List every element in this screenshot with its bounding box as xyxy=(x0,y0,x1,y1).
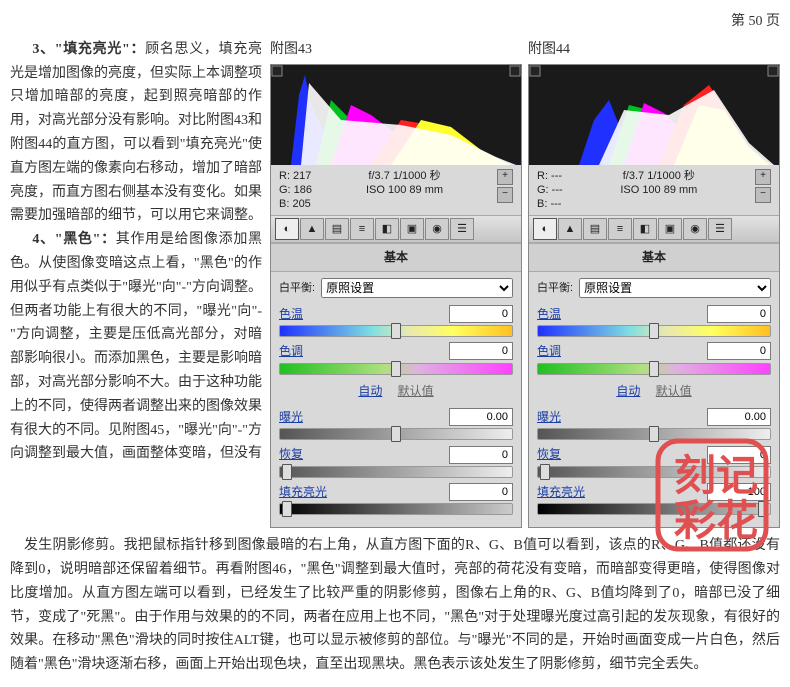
wb-dropdown-43[interactable]: 原照设置 xyxy=(321,278,513,298)
wb-label-43: 白平衡: xyxy=(279,279,315,298)
tab-lens-icon[interactable]: ▣ xyxy=(658,218,682,240)
figure43-label: 附图43 xyxy=(270,38,522,62)
exposure-label-43: 曝光 xyxy=(279,407,303,427)
tint-label-43: 色调 xyxy=(279,341,303,361)
recovery-value-43[interactable] xyxy=(449,446,513,464)
histogram-44 xyxy=(529,65,779,165)
tab-calib-icon[interactable]: ◉ xyxy=(425,218,449,240)
acr-panel-43: R: 217 G: 186 B: 205 f/3.7 1/1000 秒 ISO … xyxy=(270,64,522,529)
rgb-g-44: G: --- xyxy=(537,183,563,197)
exif-line2-44: ISO 100 89 mm xyxy=(563,183,755,197)
recovery-value-44[interactable] xyxy=(707,446,771,464)
rgb-g-43: G: 186 xyxy=(279,183,312,197)
para1-body: 顾名思义，填充亮光是增加图像的亮度，但实际上本调整项只增加暗部的亮度，起到照亮暗… xyxy=(10,42,262,224)
temp-value-43[interactable] xyxy=(449,305,513,323)
acr-tab-bar-44: ◐ ▲ ▤ ≡ ◧ ▣ ◉ ☰ xyxy=(529,215,779,243)
wb-dropdown-44[interactable]: 原照设置 xyxy=(579,278,771,298)
rgb-r-43: R: 217 xyxy=(279,169,312,183)
tab-curve-icon[interactable]: ▲ xyxy=(300,218,324,240)
exif-line1-44: f/3.7 1/1000 秒 xyxy=(563,169,755,183)
rgb-b-44: B: --- xyxy=(537,197,563,211)
item-number-4: 4、 xyxy=(32,232,54,247)
recovery-label-43: 恢复 xyxy=(279,444,303,464)
zoom-minus-44[interactable]: − xyxy=(755,187,771,203)
zoom-minus-43[interactable]: − xyxy=(497,187,513,203)
tab-calib-icon[interactable]: ◉ xyxy=(683,218,707,240)
histogram-43 xyxy=(271,65,521,165)
auto-link-43[interactable]: 自动 xyxy=(358,384,382,398)
tab-preset-icon[interactable]: ☰ xyxy=(708,218,732,240)
tab-detail-icon[interactable]: ▤ xyxy=(583,218,607,240)
tab-hsl-icon[interactable]: ≡ xyxy=(350,218,374,240)
para3-body: 发生阴影修剪。我把鼠标指针移到图像最暗的右上角，从直方图下面的R、G、B值可以看… xyxy=(10,534,780,677)
fill-value-43[interactable] xyxy=(449,483,513,501)
left-column-text: 3、"填充亮光"：顾名思义，填充亮光是增加图像的亮度，但实际上本调整项只增加暗部… xyxy=(10,38,262,528)
histogram-meta-44: R: --- G: --- B: --- f/3.7 1/1000 秒 ISO … xyxy=(529,165,779,216)
recovery-slider-44[interactable] xyxy=(537,466,771,478)
page-number: 第 50 页 xyxy=(10,10,780,34)
tab-split-icon[interactable]: ◧ xyxy=(375,218,399,240)
fill-label-44: 填充亮光 xyxy=(537,482,585,502)
item-title-fill-light: "填充亮光"： xyxy=(55,42,145,57)
tab-basic-icon[interactable]: ◐ xyxy=(533,218,557,240)
temp-label-44: 色温 xyxy=(537,304,561,324)
default-link-43[interactable]: 默认值 xyxy=(398,384,434,398)
acr-tab-bar-43: ◐ ▲ ▤ ≡ ◧ ▣ ◉ ☰ xyxy=(271,215,521,243)
recovery-slider-43[interactable] xyxy=(279,466,513,478)
temp-value-44[interactable] xyxy=(707,305,771,323)
tab-detail-icon[interactable]: ▤ xyxy=(325,218,349,240)
zoom-plus-43[interactable]: + xyxy=(497,169,513,185)
tab-curve-icon[interactable]: ▲ xyxy=(558,218,582,240)
bottom-paragraph: 发生阴影修剪。我把鼠标指针移到图像最暗的右上角，从直方图下面的R、G、B值可以看… xyxy=(10,534,780,677)
exposure-label-44: 曝光 xyxy=(537,407,561,427)
tab-lens-icon[interactable]: ▣ xyxy=(400,218,424,240)
fill-slider-44[interactable] xyxy=(537,503,771,515)
figure44-label: 附图44 xyxy=(528,38,780,62)
tint-value-44[interactable] xyxy=(707,342,771,360)
exposure-slider-43[interactable] xyxy=(279,428,513,440)
exposure-value-43[interactable] xyxy=(449,408,513,426)
temp-slider-44[interactable] xyxy=(537,325,771,337)
rgb-r-44: R: --- xyxy=(537,169,563,183)
rgb-b-43: B: 205 xyxy=(279,197,312,211)
tint-label-44: 色调 xyxy=(537,341,561,361)
tint-slider-43[interactable] xyxy=(279,363,513,375)
histogram-meta-43: R: 217 G: 186 B: 205 f/3.7 1/1000 秒 ISO … xyxy=(271,165,521,216)
basic-section-title-44: 基本 xyxy=(529,243,779,271)
zoom-plus-44[interactable]: + xyxy=(755,169,771,185)
basic-section-title-43: 基本 xyxy=(271,243,521,271)
auto-link-44[interactable]: 自动 xyxy=(616,384,640,398)
para2-body: 其作用是给图像添加黑色。从使图像变暗这点上看，"黑色"的作用似乎有点类似于"曝光… xyxy=(10,232,262,461)
wb-label-44: 白平衡: xyxy=(537,279,573,298)
tint-slider-44[interactable] xyxy=(537,363,771,375)
recovery-label-44: 恢复 xyxy=(537,444,561,464)
acr-panel-44: R: --- G: --- B: --- f/3.7 1/1000 秒 ISO … xyxy=(528,64,780,529)
exif-line1-43: f/3.7 1/1000 秒 xyxy=(312,169,497,183)
exposure-slider-44[interactable] xyxy=(537,428,771,440)
item-title-black: "黑色"： xyxy=(55,232,116,247)
exposure-value-44[interactable] xyxy=(707,408,771,426)
tint-value-43[interactable] xyxy=(449,342,513,360)
tab-basic-icon[interactable]: ◐ xyxy=(275,218,299,240)
temp-label-43: 色温 xyxy=(279,304,303,324)
temp-slider-43[interactable] xyxy=(279,325,513,337)
fill-label-43: 填充亮光 xyxy=(279,482,327,502)
tab-hsl-icon[interactable]: ≡ xyxy=(608,218,632,240)
fill-slider-43[interactable] xyxy=(279,503,513,515)
tab-preset-icon[interactable]: ☰ xyxy=(450,218,474,240)
exif-line2-43: ISO 100 89 mm xyxy=(312,183,497,197)
default-link-44[interactable]: 默认值 xyxy=(656,384,692,398)
fill-value-44[interactable] xyxy=(707,483,771,501)
item-number-3: 3、 xyxy=(32,42,54,57)
tab-split-icon[interactable]: ◧ xyxy=(633,218,657,240)
